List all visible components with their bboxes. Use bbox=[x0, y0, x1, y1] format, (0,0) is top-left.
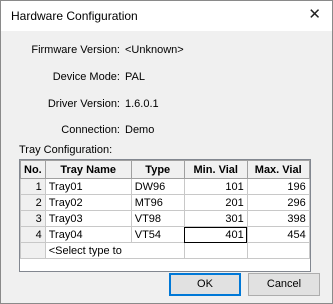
row-number: 3 bbox=[20, 210, 46, 227]
min-vial-cell[interactable] bbox=[183, 242, 248, 259]
grid-header-row: No. Tray Name Type Min. Vial Max. Vial bbox=[20, 160, 310, 179]
col-header-max-vial[interactable]: Max. Vial bbox=[246, 160, 310, 179]
row-number-new bbox=[20, 242, 46, 259]
type-cell[interactable]: DW96 bbox=[130, 178, 185, 195]
min-vial-cell[interactable]: 201 bbox=[183, 194, 248, 211]
firmware-value: <Unknown> bbox=[125, 44, 184, 56]
max-vial-cell[interactable]: 454 bbox=[246, 226, 310, 243]
type-cell[interactable]: VT98 bbox=[130, 210, 185, 227]
min-vial-cell[interactable]: 101 bbox=[183, 178, 248, 195]
type-cell[interactable]: VT54 bbox=[130, 226, 185, 243]
firmware-label: Firmware Version: bbox=[31, 44, 120, 56]
max-vial-cell[interactable]: 296 bbox=[246, 194, 310, 211]
new-row[interactable]: <Select type to bbox=[20, 242, 310, 259]
col-header-min-vial[interactable]: Min. Vial bbox=[183, 160, 248, 179]
table-row[interactable]: 3 Tray03 VT98 301 398 bbox=[20, 210, 310, 227]
table-row[interactable]: 2 Tray02 MT96 201 296 bbox=[20, 194, 310, 211]
device-mode-value: PAL bbox=[125, 71, 145, 83]
device-mode-label: Device Mode: bbox=[52, 71, 120, 83]
type-cell[interactable]: MT96 bbox=[130, 194, 185, 211]
window-title: Hardware Configuration bbox=[11, 9, 138, 23]
title-bar: Hardware Configuration ✕ bbox=[1, 1, 332, 31]
connection-value: Demo bbox=[125, 124, 155, 136]
tray-name-cell[interactable]: Tray02 bbox=[44, 194, 132, 211]
row-number: 1 bbox=[20, 178, 46, 195]
max-vial-cell[interactable] bbox=[246, 242, 310, 259]
col-header-no[interactable]: No. bbox=[20, 160, 46, 179]
driver-version-value: 1.6.0.1 bbox=[125, 98, 159, 110]
max-vial-cell[interactable]: 196 bbox=[246, 178, 310, 195]
ok-button[interactable]: OK bbox=[169, 273, 241, 296]
hardware-config-dialog: Hardware Configuration ✕ Firmware Versio… bbox=[0, 0, 333, 304]
min-vial-cell-selected[interactable]: 401 bbox=[183, 226, 248, 243]
cancel-button[interactable]: Cancel bbox=[248, 273, 320, 296]
tray-name-cell[interactable]: Tray01 bbox=[44, 178, 132, 195]
close-icon[interactable]: ✕ bbox=[308, 6, 321, 24]
row-number: 2 bbox=[20, 194, 46, 211]
tray-grid[interactable]: No. Tray Name Type Min. Vial Max. Vial 1… bbox=[19, 159, 311, 272]
table-row[interactable]: 4 Tray04 VT54 401 454 bbox=[20, 226, 310, 243]
tray-name-cell[interactable]: Tray04 bbox=[44, 226, 132, 243]
new-row-placeholder[interactable]: <Select type to bbox=[44, 242, 185, 259]
max-vial-cell[interactable]: 398 bbox=[246, 210, 310, 227]
tray-config-label: Tray Configuration: bbox=[19, 144, 113, 156]
row-number: 4 bbox=[20, 226, 46, 243]
connection-label: Connection: bbox=[61, 124, 120, 136]
table-row[interactable]: 1 Tray01 DW96 101 196 bbox=[20, 178, 310, 195]
tray-name-cell[interactable]: Tray03 bbox=[44, 210, 132, 227]
driver-version-label: Driver Version: bbox=[47, 98, 120, 110]
col-header-type[interactable]: Type bbox=[130, 160, 185, 179]
min-vial-cell[interactable]: 301 bbox=[183, 210, 248, 227]
col-header-tray-name[interactable]: Tray Name bbox=[44, 160, 132, 179]
